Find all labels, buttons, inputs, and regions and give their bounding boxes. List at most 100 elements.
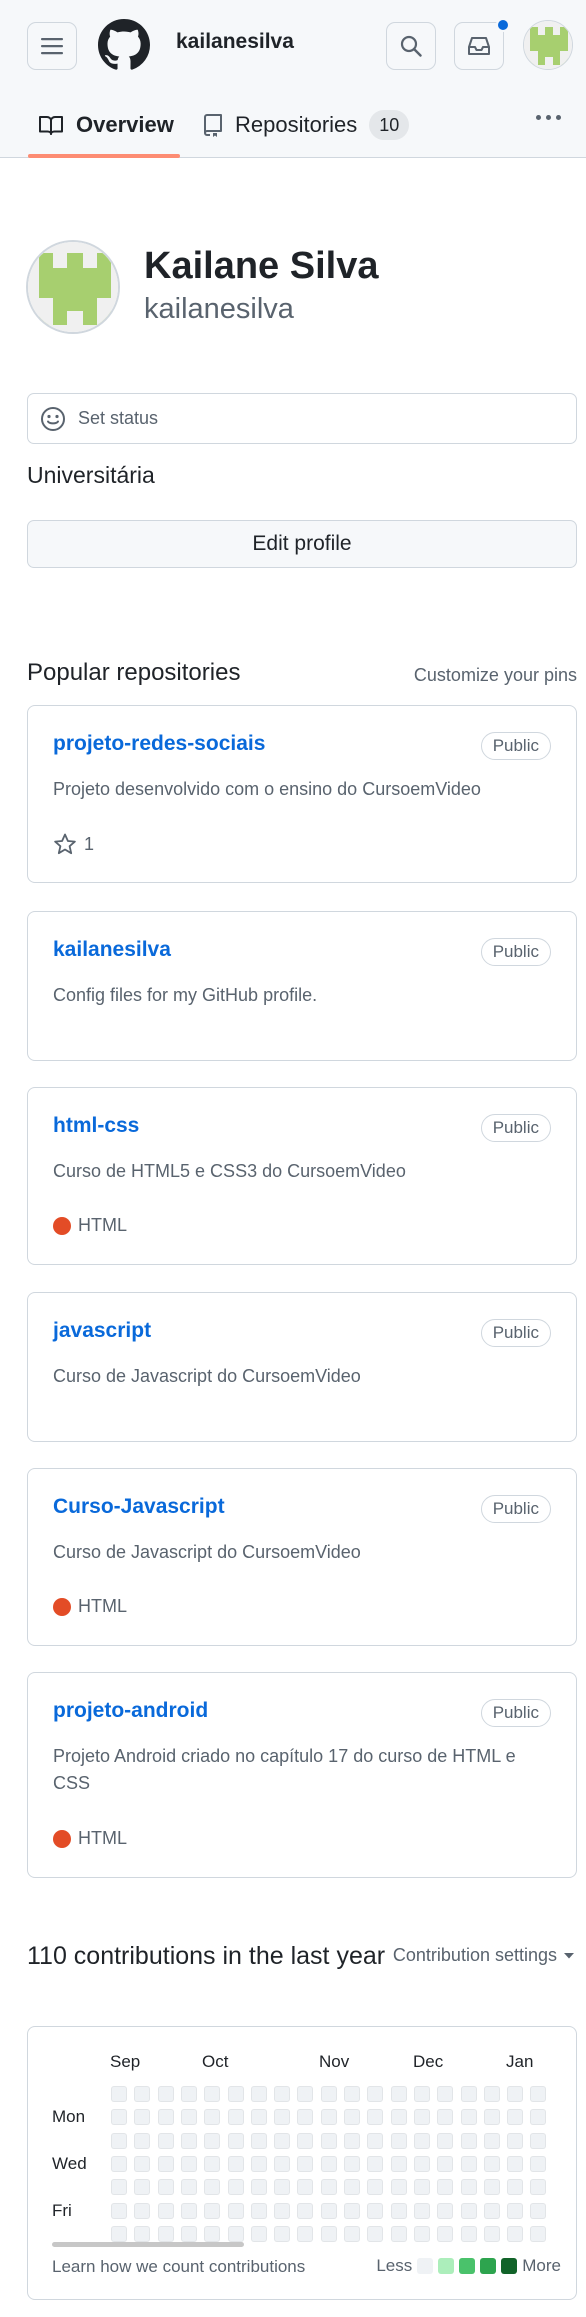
profile-avatar[interactable] bbox=[26, 240, 120, 334]
contribution-day-cell[interactable] bbox=[274, 2109, 291, 2126]
contribution-day-cell[interactable] bbox=[344, 2132, 360, 2149]
contribution-day-cell[interactable] bbox=[297, 2225, 314, 2242]
contribution-day-cell[interactable] bbox=[111, 2109, 127, 2126]
contribution-day-cell[interactable] bbox=[390, 2086, 407, 2102]
contribution-day-cell[interactable] bbox=[367, 2155, 384, 2172]
contribution-day-cell[interactable] bbox=[483, 2132, 500, 2149]
more-tabs-kebab-icon[interactable] bbox=[536, 115, 561, 120]
edit-profile-button[interactable]: Edit profile bbox=[27, 520, 577, 568]
repo-name-link[interactable]: kailanesilva bbox=[53, 938, 171, 962]
user-avatar[interactable] bbox=[523, 20, 573, 70]
contribution-day-cell[interactable] bbox=[134, 2179, 151, 2196]
contribution-day-cell[interactable] bbox=[390, 2109, 407, 2126]
contribution-day-cell[interactable] bbox=[320, 2132, 337, 2149]
contribution-day-cell[interactable] bbox=[507, 2155, 524, 2172]
contribution-day-cell[interactable] bbox=[367, 2179, 384, 2196]
contribution-day-cell[interactable] bbox=[367, 2086, 384, 2102]
contribution-day-cell[interactable] bbox=[134, 2225, 151, 2242]
customize-pins-link[interactable]: Customize your pins bbox=[414, 665, 577, 686]
contribution-day-cell[interactable] bbox=[483, 2109, 500, 2126]
contribution-day-cell[interactable] bbox=[483, 2086, 500, 2102]
contribution-day-cell[interactable] bbox=[413, 2086, 430, 2102]
contribution-day-cell[interactable] bbox=[204, 2179, 221, 2196]
contribution-day-cell[interactable] bbox=[180, 2202, 197, 2219]
contribution-day-cell[interactable] bbox=[111, 2155, 127, 2172]
contribution-day-cell[interactable] bbox=[507, 2132, 524, 2149]
contribution-day-cell[interactable] bbox=[227, 2109, 244, 2126]
contribution-day-cell[interactable] bbox=[460, 2202, 477, 2219]
contribution-day-cell[interactable] bbox=[460, 2225, 477, 2242]
contribution-day-cell[interactable] bbox=[413, 2155, 430, 2172]
contribution-day-cell[interactable] bbox=[460, 2086, 477, 2102]
contribution-day-cell[interactable] bbox=[250, 2132, 267, 2149]
contribution-day-cell[interactable] bbox=[227, 2132, 244, 2149]
contribution-day-cell[interactable] bbox=[367, 2225, 384, 2242]
contribution-day-cell[interactable] bbox=[297, 2132, 314, 2149]
contribution-day-cell[interactable] bbox=[250, 2086, 267, 2102]
contribution-day-cell[interactable] bbox=[180, 2132, 197, 2149]
contribution-day-cell[interactable] bbox=[320, 2225, 337, 2242]
contribution-day-cell[interactable] bbox=[437, 2155, 454, 2172]
contribution-day-cell[interactable] bbox=[507, 2179, 524, 2196]
contribution-day-cell[interactable] bbox=[204, 2155, 221, 2172]
contribution-day-cell[interactable] bbox=[367, 2132, 384, 2149]
contribution-day-cell[interactable] bbox=[227, 2202, 244, 2219]
tab-repositories[interactable]: Repositories 10 bbox=[203, 91, 410, 158]
contribution-day-cell[interactable] bbox=[344, 2086, 360, 2102]
contribution-day-cell[interactable] bbox=[530, 2155, 547, 2172]
contribution-day-cell[interactable] bbox=[507, 2202, 524, 2219]
contribution-day-cell[interactable] bbox=[204, 2132, 221, 2149]
contribution-day-cell[interactable] bbox=[297, 2086, 314, 2102]
contribution-day-cell[interactable] bbox=[530, 2132, 547, 2149]
contribution-day-cell[interactable] bbox=[460, 2155, 477, 2172]
contribution-day-cell[interactable] bbox=[297, 2155, 314, 2172]
contribution-day-cell[interactable] bbox=[437, 2132, 454, 2149]
contribution-day-cell[interactable] bbox=[204, 2202, 221, 2219]
repo-name-link[interactable]: javascript bbox=[53, 1319, 151, 1343]
repo-name-link[interactable]: projeto-redes-sociais bbox=[53, 732, 265, 756]
contribution-day-cell[interactable] bbox=[250, 2155, 267, 2172]
github-logo-icon[interactable] bbox=[98, 19, 150, 71]
contribution-day-cell[interactable] bbox=[507, 2086, 524, 2102]
contribution-day-cell[interactable] bbox=[297, 2109, 314, 2126]
contribution-day-cell[interactable] bbox=[134, 2132, 151, 2149]
contribution-day-cell[interactable] bbox=[157, 2086, 174, 2102]
contribution-day-cell[interactable] bbox=[157, 2179, 174, 2196]
contribution-day-cell[interactable] bbox=[483, 2179, 500, 2196]
contribution-day-cell[interactable] bbox=[227, 2155, 244, 2172]
contribution-day-cell[interactable] bbox=[530, 2109, 547, 2126]
contribution-day-cell[interactable] bbox=[250, 2109, 267, 2126]
contribution-day-cell[interactable] bbox=[507, 2109, 524, 2126]
contribution-day-cell[interactable] bbox=[390, 2179, 407, 2196]
contribution-day-cell[interactable] bbox=[483, 2155, 500, 2172]
contribution-day-cell[interactable] bbox=[413, 2179, 430, 2196]
contribution-day-cell[interactable] bbox=[274, 2132, 291, 2149]
contribution-day-cell[interactable] bbox=[413, 2109, 430, 2126]
contribution-day-cell[interactable] bbox=[413, 2202, 430, 2219]
contribution-day-cell[interactable] bbox=[180, 2086, 197, 2102]
contribution-day-cell[interactable] bbox=[297, 2179, 314, 2196]
contribution-day-cell[interactable] bbox=[157, 2109, 174, 2126]
contribution-day-cell[interactable] bbox=[157, 2132, 174, 2149]
contribution-day-cell[interactable] bbox=[157, 2155, 174, 2172]
contribution-day-cell[interactable] bbox=[111, 2202, 127, 2219]
contribution-day-cell[interactable] bbox=[204, 2086, 221, 2102]
contribution-day-cell[interactable] bbox=[507, 2225, 524, 2242]
contribution-day-cell[interactable] bbox=[227, 2179, 244, 2196]
contribution-day-cell[interactable] bbox=[320, 2109, 337, 2126]
contribution-day-cell[interactable] bbox=[390, 2132, 407, 2149]
graph-scrollbar[interactable] bbox=[52, 2242, 244, 2247]
contribution-day-cell[interactable] bbox=[320, 2155, 337, 2172]
contribution-day-cell[interactable] bbox=[204, 2225, 221, 2242]
contribution-day-cell[interactable] bbox=[437, 2086, 454, 2102]
contribution-day-cell[interactable] bbox=[227, 2086, 244, 2102]
tab-overview[interactable]: Overview bbox=[38, 91, 174, 158]
contribution-day-cell[interactable] bbox=[320, 2179, 337, 2196]
contribution-day-cell[interactable] bbox=[180, 2109, 197, 2126]
contribution-day-cell[interactable] bbox=[367, 2202, 384, 2219]
repo-name-link[interactable]: html-css bbox=[53, 1114, 139, 1138]
contribution-day-cell[interactable] bbox=[344, 2155, 360, 2172]
contribution-day-cell[interactable] bbox=[297, 2202, 314, 2219]
contribution-day-cell[interactable] bbox=[250, 2202, 267, 2219]
contribution-day-cell[interactable] bbox=[250, 2225, 267, 2242]
